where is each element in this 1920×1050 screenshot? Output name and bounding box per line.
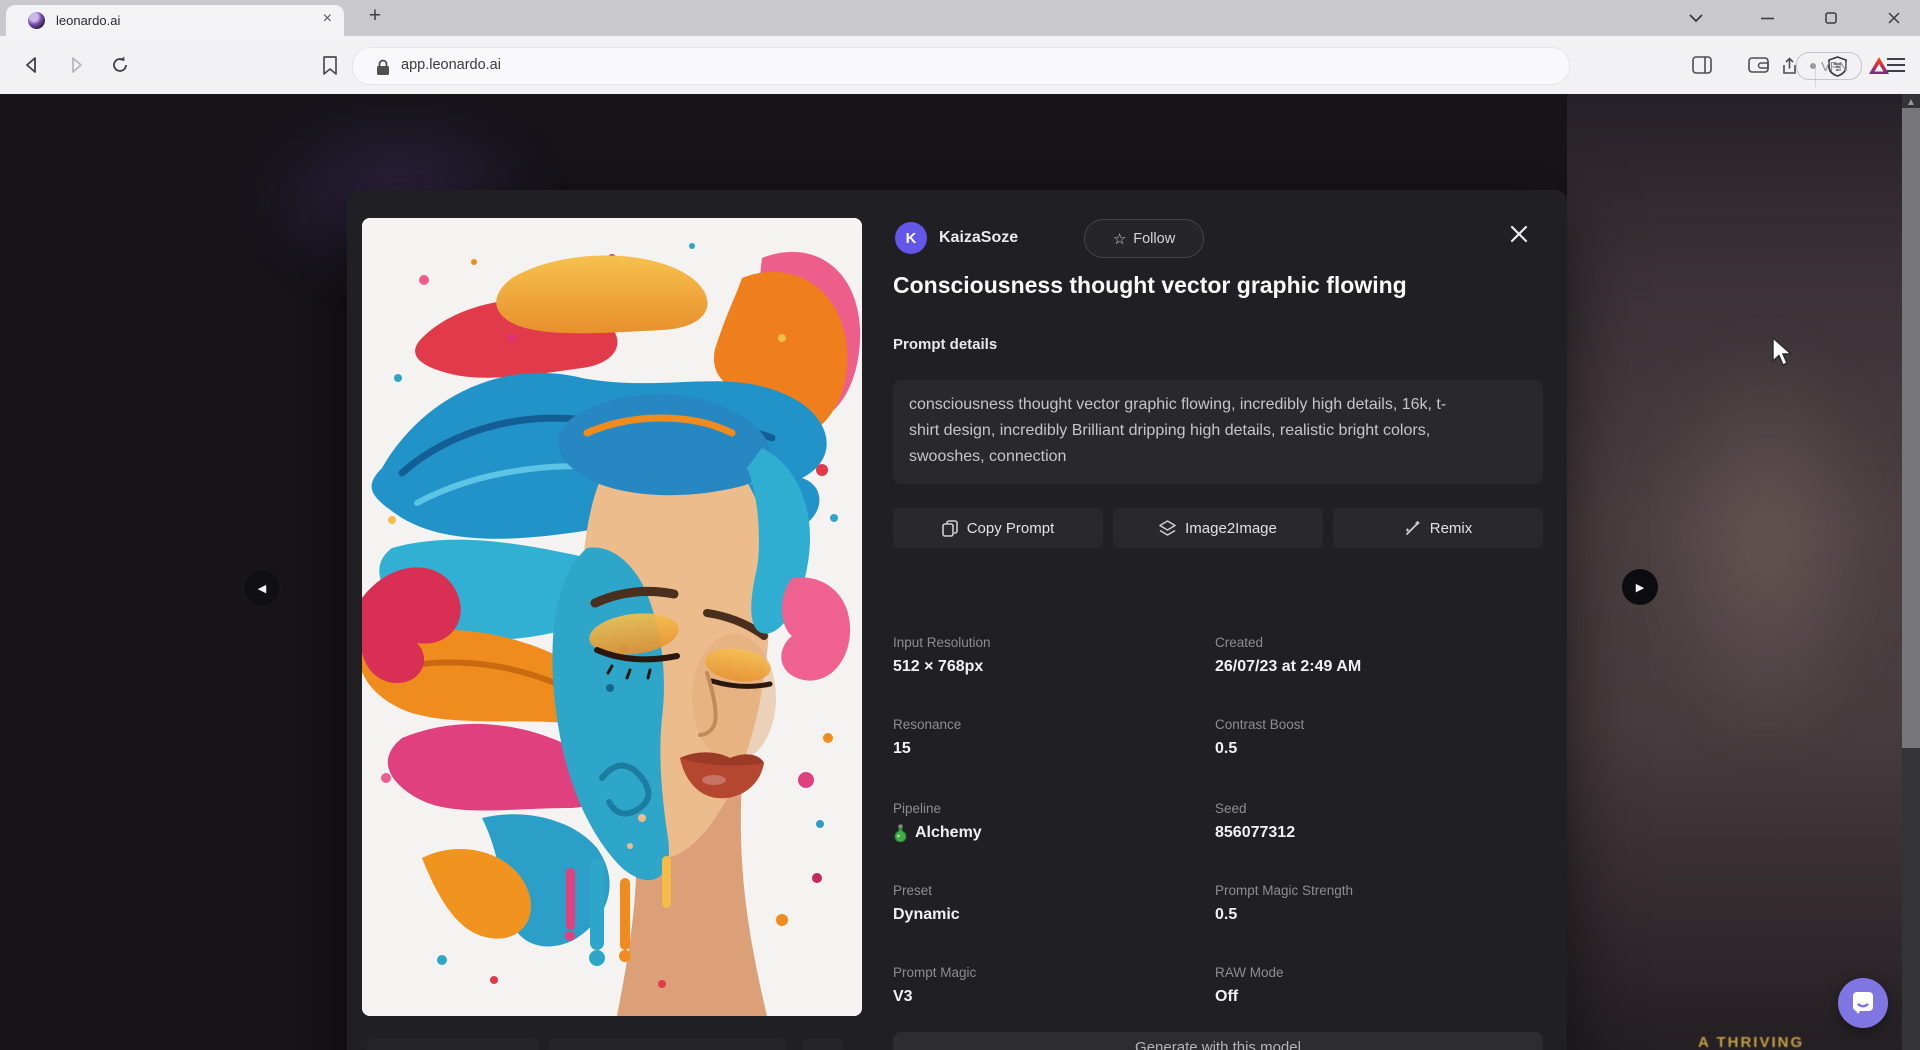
browser-toolbar: app.leonardo.ai VPN <box>0 36 1920 95</box>
backdrop-image <box>1567 94 1920 1050</box>
detail-pipeline: Pipeline Alchemy <box>893 801 1208 842</box>
remix-label: Remix <box>1430 520 1473 537</box>
next-image-button[interactable]: ▶ <box>1622 569 1658 605</box>
image2image-button[interactable]: Image2Image <box>1113 508 1323 548</box>
detail-resonance: Resonance 15 <box>893 717 1208 758</box>
wallet-icon[interactable] <box>1746 53 1770 77</box>
detail-prompt-magic: Prompt Magic V3 <box>893 965 1208 1006</box>
author-name[interactable]: KaizaSoze <box>939 229 1018 247</box>
lock-icon[interactable] <box>371 55 395 79</box>
site-favicon-icon <box>28 12 45 29</box>
support-chat-button[interactable] <box>1838 978 1888 1028</box>
remix-button[interactable]: Remix <box>1333 508 1543 548</box>
browser-window: leonardo.ai × + <box>0 0 1920 1050</box>
image-detail-modal: K KaizaSoze ☆ Follow Consciousness thoug… <box>347 190 1567 1050</box>
sidebar-icon[interactable] <box>1690 53 1714 77</box>
window-close-button[interactable] <box>1880 5 1908 31</box>
thumbnail[interactable] <box>803 1038 844 1050</box>
backdrop-glow <box>1647 334 1887 754</box>
page-content: A THRIVING <box>0 94 1920 1050</box>
scrollbar-up-icon[interactable]: ▲ <box>1906 97 1916 108</box>
browser-tab[interactable]: leonardo.ai × <box>6 5 344 36</box>
detail-input-resolution: Input Resolution 512 × 768px <box>893 635 1208 676</box>
url-text[interactable]: app.leonardo.ai <box>401 57 501 73</box>
prompt-details-heading: Prompt details <box>893 336 997 353</box>
forward-button[interactable] <box>64 53 88 77</box>
vpn-button[interactable]: VPN <box>1796 52 1862 80</box>
copy-icon <box>942 520 958 537</box>
modal-close-button[interactable] <box>1507 222 1531 246</box>
vpn-label: VPN <box>1821 59 1848 74</box>
prompt-box: consciousness thought vector graphic flo… <box>893 380 1543 484</box>
bookmark-icon[interactable] <box>318 53 342 77</box>
follow-button[interactable]: ☆ Follow <box>1084 219 1204 258</box>
copy-prompt-button[interactable]: Copy Prompt <box>893 508 1103 548</box>
mouse-cursor <box>1772 337 1794 372</box>
tab-title: leonardo.ai <box>56 13 120 28</box>
copy-prompt-label: Copy Prompt <box>967 520 1055 537</box>
detail-contrast-boost: Contrast Boost 0.5 <box>1215 717 1530 758</box>
follow-label: Follow <box>1133 231 1175 247</box>
chat-icon <box>1850 990 1876 1016</box>
previous-image-button[interactable]: ◀ <box>243 569 281 607</box>
potion-flask-icon <box>893 824 908 842</box>
detail-prompt-magic-strength: Prompt Magic Strength 0.5 <box>1215 883 1530 924</box>
star-icon: ☆ <box>1113 230 1126 248</box>
prompt-text: consciousness thought vector graphic flo… <box>909 392 1449 470</box>
detail-created: Created 26/07/23 at 2:49 AM <box>1215 635 1530 676</box>
chevron-right-icon: ▶ <box>1636 581 1644 594</box>
scrollbar-thumb[interactable] <box>1902 108 1920 748</box>
remix-wand-icon <box>1404 520 1421 537</box>
window-maximize-button[interactable] <box>1817 5 1845 31</box>
menu-icon[interactable] <box>1884 53 1908 77</box>
generated-image[interactable] <box>362 218 862 1016</box>
generate-with-model-button[interactable]: Generate with this model <box>893 1032 1543 1050</box>
tab-strip: leonardo.ai × + <box>0 0 1920 36</box>
address-bar[interactable]: app.leonardo.ai <box>352 47 1570 85</box>
page-scrollbar[interactable]: ▲ <box>1902 94 1920 1050</box>
detail-preset: Preset Dynamic <box>893 883 1208 924</box>
thumbnail[interactable] <box>548 1038 786 1050</box>
new-tab-button[interactable]: + <box>362 4 388 28</box>
tab-close-icon[interactable]: × <box>323 10 332 28</box>
back-button[interactable] <box>20 53 44 77</box>
tab-search-icon[interactable] <box>1682 5 1710 31</box>
backdrop-watermark: A THRIVING <box>1698 1034 1804 1050</box>
reload-button[interactable] <box>108 53 132 77</box>
detail-raw-mode: RAW Mode Off <box>1215 965 1530 1006</box>
window-minimize-button[interactable] <box>1753 5 1781 31</box>
layers-icon <box>1159 520 1176 537</box>
avatar[interactable]: K <box>895 222 927 254</box>
chevron-left-icon: ◀ <box>258 582 266 595</box>
image2image-label: Image2Image <box>1185 520 1277 537</box>
vpn-status-dot <box>1810 63 1816 69</box>
thumbnail[interactable] <box>367 1038 539 1050</box>
detail-seed: Seed 856077312 <box>1215 801 1530 842</box>
image-title: Consciousness thought vector graphic flo… <box>893 270 1553 300</box>
